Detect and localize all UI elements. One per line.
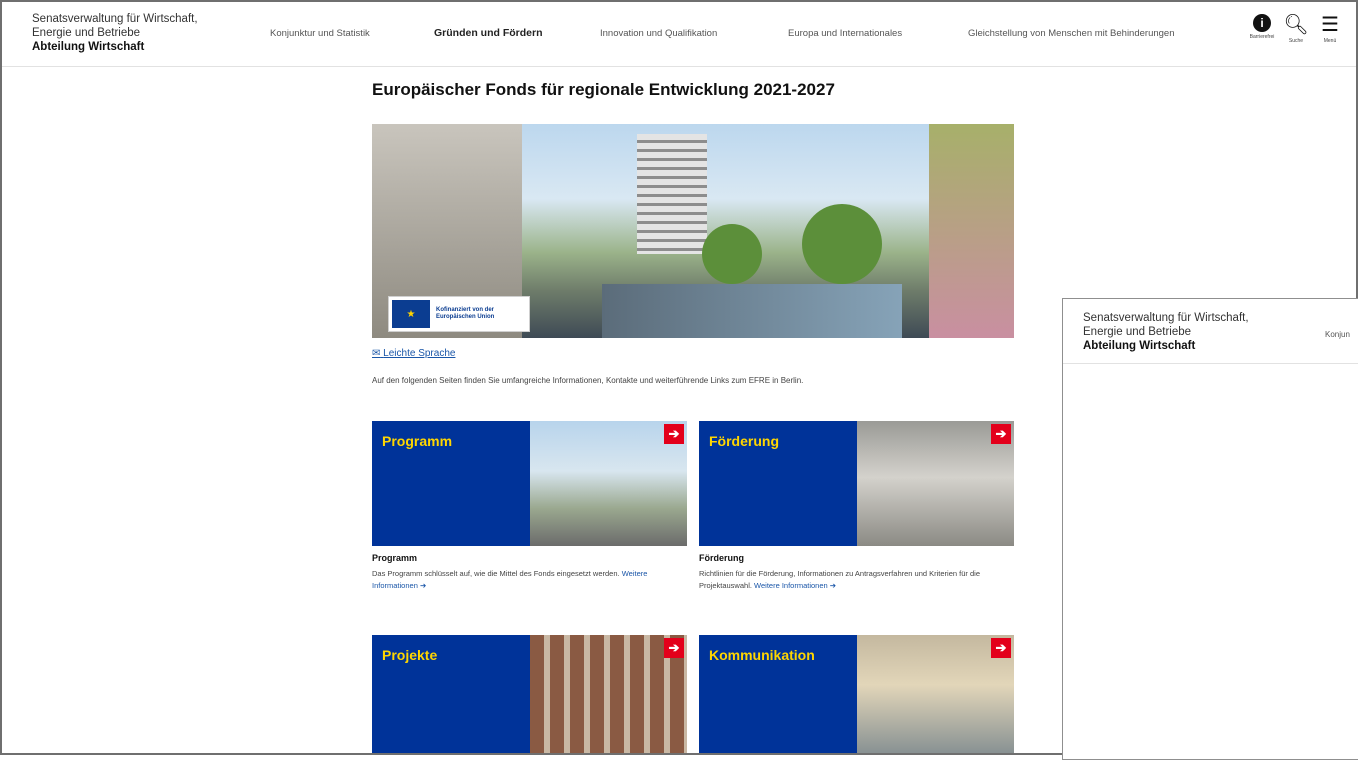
eu-flag-icon: ★ xyxy=(392,300,430,328)
menu-icon: ☰ xyxy=(1321,14,1339,36)
card-foerderung[interactable]: Förderung ➔ Förderung Richtlinien für di… xyxy=(699,421,1014,592)
secondary-header: Senatsverwaltung für Wirtschaft, Energie… xyxy=(1063,299,1358,364)
arrow-right-icon[interactable]: ➔ xyxy=(664,638,684,658)
card-image-label: Projekte xyxy=(382,647,438,663)
easy-language-label: Leichte Sprache xyxy=(383,348,456,359)
secondary-brand[interactable]: Senatsverwaltung für Wirtschaft, Energie… xyxy=(1083,311,1249,353)
card-image[interactable]: Kommunikation ➔ xyxy=(699,635,1014,753)
nav-europa[interactable]: Europa und Internationales xyxy=(788,28,902,39)
more-info-link[interactable]: Weitere Informationen ➔ xyxy=(754,581,836,590)
eu-badge-line-2: Europäischen Union xyxy=(436,314,495,320)
secondary-brand-line-2: Energie und Betriebe xyxy=(1083,326,1192,338)
card-kommunikation[interactable]: Kommunikation ➔ xyxy=(699,635,1014,753)
card-image[interactable]: Förderung ➔ xyxy=(699,421,1014,546)
menu-label: Menü xyxy=(1323,38,1337,44)
easy-language-link[interactable]: ✉ Leichte Sprache xyxy=(372,348,455,359)
eu-cofunded-badge: ★ Kofinanziert von der Europäischen Unio… xyxy=(388,296,530,332)
page-title: Europäischer Fonds für regionale Entwick… xyxy=(372,80,835,99)
nav-konjunktur[interactable]: Konjunktur und Statistik xyxy=(270,28,370,39)
card-projekte[interactable]: Projekte ➔ xyxy=(372,635,687,753)
hero-tree xyxy=(802,204,882,284)
secondary-brand-line-1: Senatsverwaltung für Wirtschaft, xyxy=(1083,312,1249,324)
search-icon: 🔍︎ xyxy=(1283,14,1309,36)
easy-language-icon: ✉ xyxy=(372,348,381,359)
card-image-label: Programm xyxy=(382,433,453,449)
secondary-nav-konjunktur[interactable]: Konjun xyxy=(1325,330,1350,339)
search-label: Suche xyxy=(1288,38,1304,44)
card-image[interactable]: Projekte ➔ xyxy=(372,635,687,753)
card-description: Das Programm schlüsselt auf, wie die Mit… xyxy=(372,569,648,590)
card-title: Förderung xyxy=(699,553,744,563)
hero-building-right xyxy=(929,124,1014,338)
secondary-brand-line-3: Abteilung Wirtschaft xyxy=(1083,340,1196,352)
accessibility-button[interactable]: i Barrierefrei xyxy=(1250,14,1274,44)
main-content: Europäischer Fonds für regionale Entwick… xyxy=(372,80,1016,753)
card-description: Richtlinien für die Förderung, Informati… xyxy=(699,569,980,590)
card-image[interactable]: Programm ➔ xyxy=(372,421,687,546)
card-image-label: Förderung xyxy=(709,433,779,449)
hero-image: ★ Kofinanziert von der Europäischen Unio… xyxy=(372,124,1014,338)
menu-button[interactable]: ☰ Menü xyxy=(1318,14,1342,44)
nav-gruenden-foerdern[interactable]: Gründen und Fördern xyxy=(434,27,543,39)
eu-badge-line-1: Kofinanziert von der xyxy=(436,307,495,313)
accessibility-icon: i xyxy=(1253,14,1271,32)
card-image-label: Kommunikation xyxy=(709,647,815,663)
secondary-window: Senatsverwaltung für Wirtschaft, Energie… xyxy=(1062,298,1358,760)
hero-street xyxy=(602,284,902,338)
arrow-right-icon[interactable]: ➔ xyxy=(991,638,1011,658)
card-programm[interactable]: Programm ➔ Programm Das Programm schlüss… xyxy=(372,421,687,592)
brand-line-3: Abteilung Wirtschaft xyxy=(32,41,145,53)
hero-tower xyxy=(637,134,707,254)
nav-gleichstellung[interactable]: Gleichstellung von Menschen mit Behinder… xyxy=(968,28,1175,39)
site-brand[interactable]: Senatsverwaltung für Wirtschaft, Energie… xyxy=(32,12,198,54)
hero-tree xyxy=(702,224,762,284)
brand-line-2: Energie und Betriebe xyxy=(32,27,141,39)
arrow-right-icon[interactable]: ➔ xyxy=(991,424,1011,444)
intro-text: Auf den folgenden Seiten finden Sie umfa… xyxy=(372,376,804,385)
site-header: Senatsverwaltung für Wirtschaft, Energie… xyxy=(2,2,1356,67)
nav-innovation[interactable]: Innovation und Qualifikation xyxy=(600,28,717,39)
card-title: Programm xyxy=(372,553,418,563)
arrow-right-icon[interactable]: ➔ xyxy=(664,424,684,444)
header-tools: i Barrierefrei 🔍︎ Suche ☰ Menü xyxy=(1250,14,1342,44)
accessibility-label: Barrierefrei xyxy=(1249,34,1275,40)
search-button[interactable]: 🔍︎ Suche xyxy=(1283,14,1309,44)
brand-line-1: Senatsverwaltung für Wirtschaft, xyxy=(32,13,198,25)
